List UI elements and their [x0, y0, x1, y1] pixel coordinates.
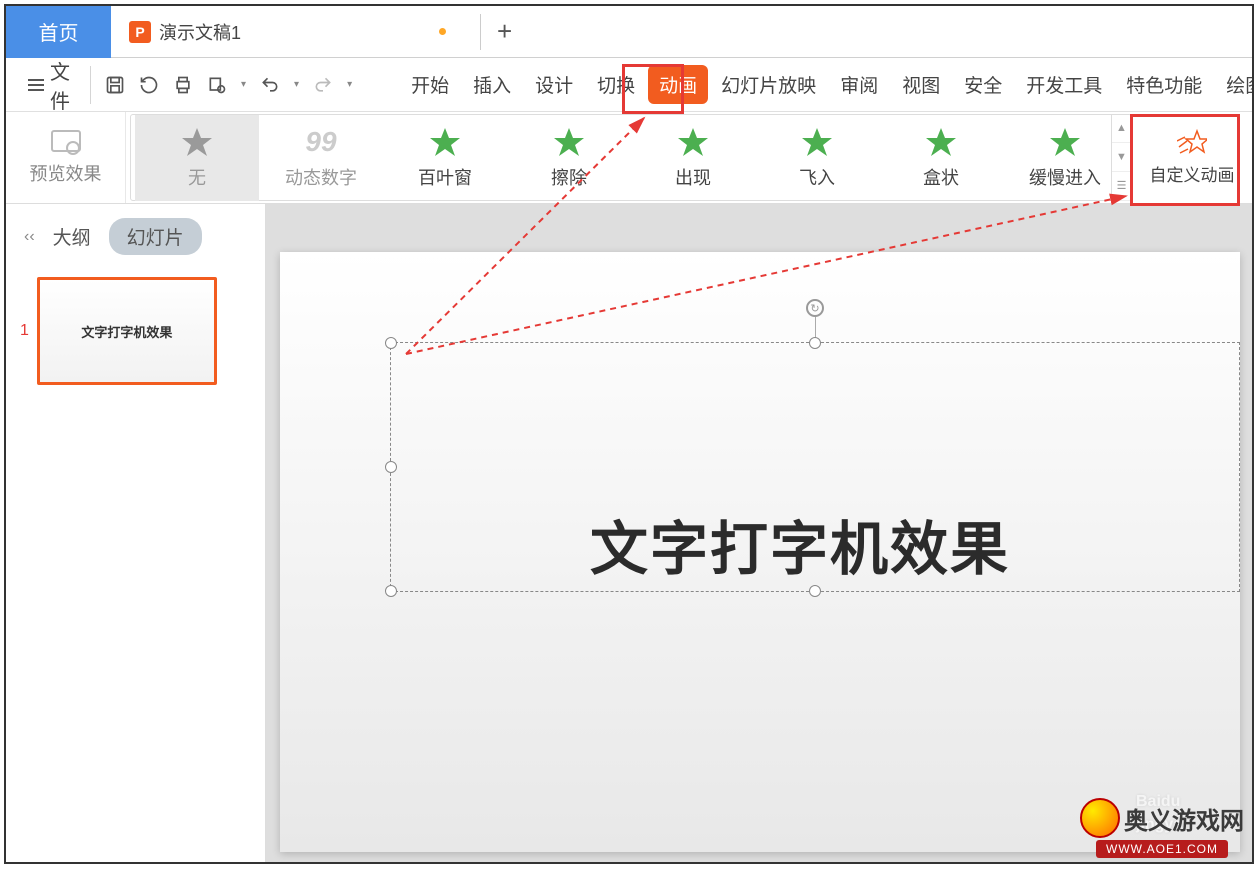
animation-飞入[interactable]: 飞入: [755, 115, 879, 201]
quick-access-toolbar: ▾ ▾ ▾: [90, 66, 366, 104]
preview-icon: [51, 130, 81, 156]
ribbon-tab-4[interactable]: 动画: [648, 65, 708, 104]
animation-label: 缓慢进入: [1029, 164, 1101, 190]
file-label: 文件: [50, 56, 70, 114]
hamburger-icon: [28, 79, 44, 91]
animation-出现[interactable]: 出现: [631, 115, 755, 201]
animation-动态数字[interactable]: 99动态数字: [259, 115, 383, 201]
gallery-more-icon[interactable]: ☰: [1112, 172, 1131, 201]
file-menu[interactable]: 文件: [14, 50, 84, 120]
animation-无[interactable]: 无: [135, 115, 259, 201]
slide-thumbnail-row[interactable]: 1 文字打字机效果: [20, 277, 251, 385]
resize-handle-sw[interactable]: [385, 585, 397, 597]
aoe-logo-icon: [1080, 798, 1120, 838]
animation-label: 动态数字: [285, 164, 357, 190]
resize-handle-n[interactable]: [809, 337, 821, 349]
print-icon[interactable]: [173, 75, 193, 95]
ribbon-tab-8[interactable]: 安全: [953, 65, 1013, 104]
document-name: 演示文稿1: [159, 19, 241, 45]
new-tab-button[interactable]: +: [497, 16, 512, 47]
side-panel-tabs: ‹‹ 大纲 幻灯片: [6, 204, 265, 269]
slide-canvas-area: ↻ 文字打字机效果 Baidu jingyan: [266, 204, 1252, 862]
animation-label: 飞入: [799, 164, 835, 190]
slide-title-text: 文字打字机效果: [590, 502, 1010, 586]
slide[interactable]: ↻ 文字打字机效果: [280, 252, 1240, 852]
tab-slides[interactable]: 幻灯片: [109, 218, 202, 255]
gallery-scroll[interactable]: ▲ ▼ ☰: [1111, 115, 1131, 201]
animation-label: 百叶窗: [418, 164, 472, 190]
aoe-watermark: 奥义游戏网 WWW.AOE1.COM: [1080, 798, 1244, 858]
animation-label: 无: [188, 164, 206, 190]
redo-icon[interactable]: [313, 75, 333, 95]
ribbon-tab-2[interactable]: 设计: [524, 65, 584, 104]
animation-label: 盒状: [923, 164, 959, 190]
custom-animation-button[interactable]: 自定义动画: [1138, 114, 1246, 201]
presentation-icon: P: [129, 21, 151, 43]
ribbon-tab-6[interactable]: 审阅: [829, 65, 889, 104]
preview-label: 预览效果: [30, 160, 102, 186]
resize-handle-s[interactable]: [809, 585, 821, 597]
tab-outline[interactable]: 大纲: [53, 223, 91, 250]
print-preview-icon[interactable]: [207, 75, 227, 95]
ribbon: 预览效果 无 99动态数字百叶窗 擦除 出现 飞入 盒状 缓慢进入 ▲ ▼ ☰ 自定义动画: [6, 112, 1252, 204]
thumbnail-list: 1 文字打字机效果: [6, 269, 265, 862]
undo-icon[interactable]: [260, 75, 280, 95]
ribbon-tabs: 开始插入设计切换动画幻灯片放映审阅视图安全开发工具特色功能绘图工具: [400, 65, 1254, 104]
tab-separator: [480, 14, 481, 50]
slide-number: 1: [20, 322, 29, 340]
ribbon-tab-10[interactable]: 特色功能: [1115, 65, 1213, 104]
ribbon-tab-3[interactable]: 切换: [586, 65, 646, 104]
aoe-site-name: 奥义游戏网: [1124, 801, 1244, 836]
gallery-up-icon[interactable]: ▲: [1112, 115, 1131, 144]
resize-handle-w[interactable]: [385, 461, 397, 473]
workspace: ‹‹ 大纲 幻灯片 1 文字打字机效果 ↻: [6, 204, 1252, 862]
animation-盒状[interactable]: 盒状: [879, 115, 1003, 201]
animation-label: 出现: [675, 164, 711, 190]
modified-indicator-icon: [439, 28, 446, 35]
ribbon-tab-11[interactable]: 绘图工具: [1215, 65, 1254, 104]
aoe-url: WWW.AOE1.COM: [1096, 840, 1228, 858]
custom-animation-icon: [1177, 129, 1207, 157]
resize-handle-nw[interactable]: [385, 337, 397, 349]
collapse-panel-icon[interactable]: ‹‹: [24, 228, 35, 246]
slide-thumbnail[interactable]: 文字打字机效果: [37, 277, 217, 385]
ribbon-tab-7[interactable]: 视图: [891, 65, 951, 104]
animation-擦除[interactable]: 擦除: [507, 115, 631, 201]
gallery-down-icon[interactable]: ▼: [1112, 143, 1131, 172]
refresh-icon[interactable]: [139, 75, 159, 95]
rotation-handle-icon[interactable]: ↻: [806, 299, 824, 317]
custom-animation-label: 自定义动画: [1150, 161, 1235, 186]
preview-effect-button[interactable]: 预览效果: [6, 112, 126, 203]
ribbon-tab-9[interactable]: 开发工具: [1015, 65, 1113, 104]
menu-bar: 文件 ▾ ▾ ▾ 开始插入设计切换动画幻灯片放映审阅视图安全开发工具特色功能绘图…: [6, 58, 1252, 112]
save-icon[interactable]: [105, 75, 125, 95]
ribbon-tab-0[interactable]: 开始: [400, 65, 460, 104]
animation-gallery: 无 99动态数字百叶窗 擦除 出现 飞入 盒状 缓慢进入 ▲ ▼ ☰: [130, 114, 1132, 201]
animation-label: 擦除: [551, 164, 587, 190]
ribbon-tab-1[interactable]: 插入: [462, 65, 522, 104]
animation-百叶窗[interactable]: 百叶窗: [383, 115, 507, 201]
ribbon-tab-5[interactable]: 幻灯片放映: [710, 65, 827, 104]
side-panel: ‹‹ 大纲 幻灯片 1 文字打字机效果: [6, 204, 266, 862]
animation-缓慢进入[interactable]: 缓慢进入: [1003, 115, 1127, 201]
